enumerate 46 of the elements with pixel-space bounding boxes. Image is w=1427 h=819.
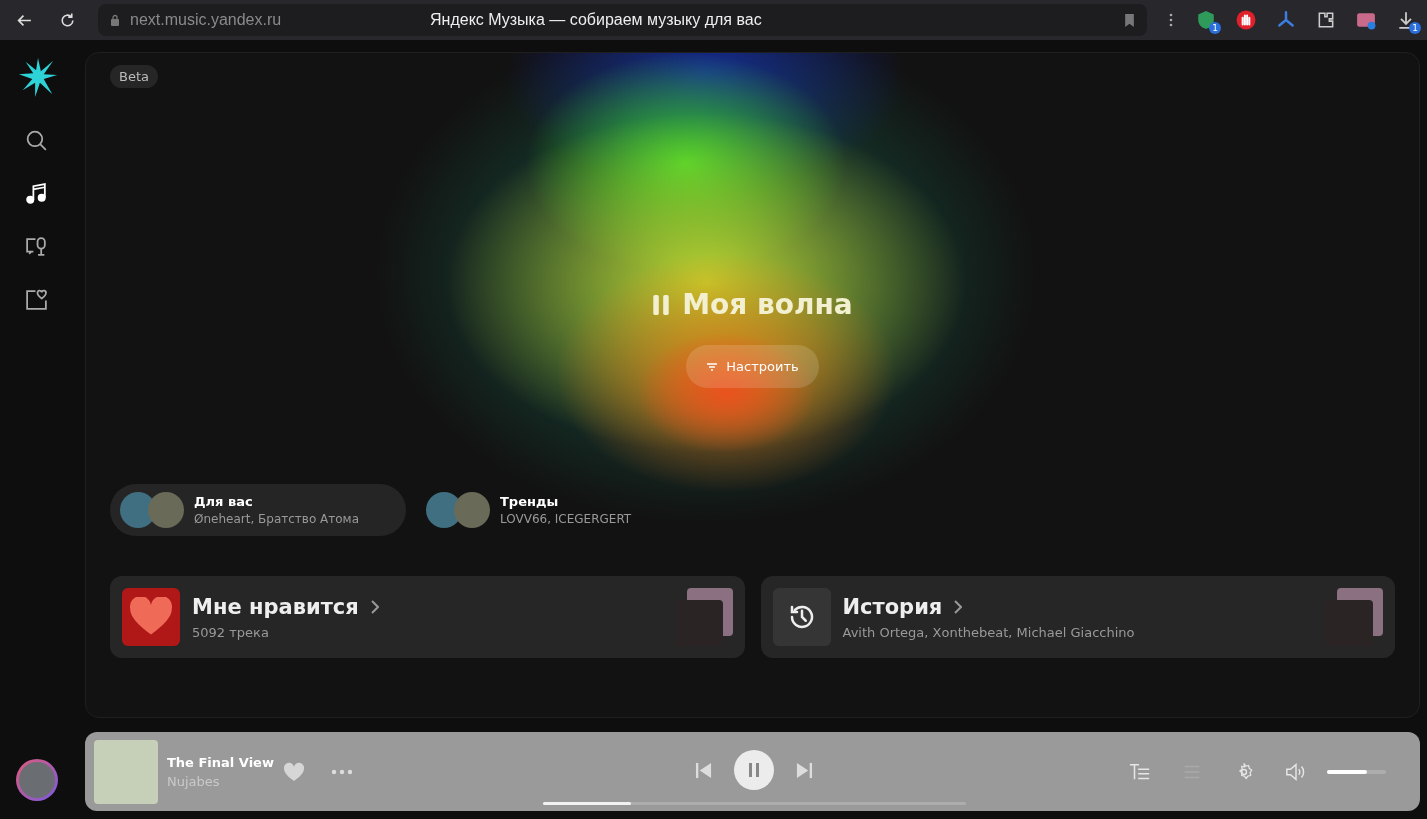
page-title: Яндекс Музыка — собираем музыку для вас	[430, 11, 763, 29]
bookmark-icon[interactable]	[1124, 13, 1135, 27]
card-subtitle: 5092 трека	[192, 624, 270, 640]
lyrics-icon[interactable]	[1129, 761, 1151, 782]
search-icon[interactable]	[24, 128, 49, 153]
chevron-right-icon	[370, 599, 379, 614]
card-title: Мне нравится	[192, 594, 359, 619]
playlist-card[interactable]: Мне нравится 5092 трека	[110, 576, 745, 658]
puzzle-icon[interactable]	[1316, 10, 1336, 30]
filter-icon	[706, 361, 719, 372]
artist-photo-placeholder	[148, 492, 184, 528]
url-text: next.music.yandex.ru	[130, 11, 283, 29]
mood-title: Для вас	[194, 494, 254, 509]
mood-artists: Øneheart, Братство Атома	[194, 512, 359, 526]
card-subtitle: Avith Ortega, Xonthebeat, Michael Giacchino	[842, 624, 1136, 640]
heart-cover-icon	[122, 588, 180, 646]
extension-badge: 1	[1409, 22, 1421, 34]
album-art-placeholder	[94, 739, 158, 804]
extension-badge: 1	[1209, 22, 1221, 34]
mood-chip[interactable]: Для вас Øneheart, Братство Атома	[110, 484, 406, 536]
pause-icon[interactable]	[652, 293, 671, 316]
chevron-right-icon	[954, 599, 963, 614]
mood-artists: LOVV66, ICEGERGERT	[500, 512, 632, 526]
play-pause-button[interactable]	[734, 750, 774, 790]
book-microphone-icon[interactable]	[24, 234, 49, 259]
reload-icon[interactable]	[59, 11, 76, 29]
mood-chip[interactable]: Тренды LOVV66, ICEGERGERT	[416, 484, 712, 536]
card-title: История	[842, 594, 943, 619]
address-bar[interactable]: next.music.yandex.ru Яндекс Музыка — собираем музыку для вас	[98, 4, 1147, 36]
album-covers-placeholder	[1325, 588, 1383, 646]
playlist-card[interactable]: История Avith Ortega, Xonthebeat, Michael Giacchino	[760, 576, 1395, 658]
music-note-icon[interactable]	[24, 181, 49, 206]
shield-icon[interactable]	[1196, 10, 1216, 30]
album-covers-placeholder	[674, 588, 733, 646]
volume-slider[interactable]	[1327, 769, 1386, 774]
artist-photo-placeholder	[454, 492, 490, 528]
more-icon[interactable]	[1169, 13, 1173, 27]
volume-icon[interactable]	[1285, 761, 1307, 782]
user-avatar[interactable]	[15, 759, 58, 801]
pause-icon	[748, 763, 760, 777]
beta-badge: Beta	[110, 65, 158, 88]
lock-icon	[110, 14, 120, 26]
picture-icon[interactable]	[1356, 10, 1376, 30]
hand-icon[interactable]	[1236, 10, 1256, 30]
heart-folder-icon[interactable]	[24, 287, 49, 312]
mood-title: Тренды	[500, 494, 560, 509]
